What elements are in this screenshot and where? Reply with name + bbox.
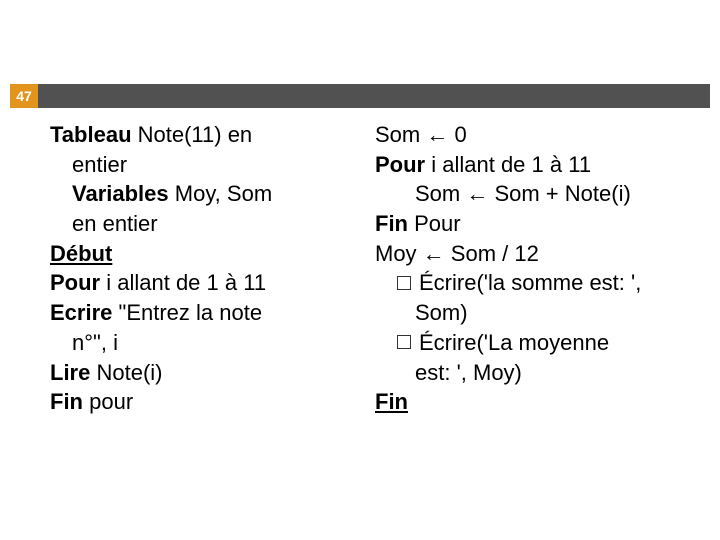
code-line: Ecrire "Entrez la note [50, 298, 365, 328]
code-line: Lire Note(i) [50, 358, 365, 388]
code-line: Som ← 0 [375, 120, 690, 150]
code-line: Écrire('la somme est: ', [375, 268, 690, 298]
slide-number-badge: 47 [10, 84, 38, 108]
code-line: Pour i allant de 1 à 11 [50, 268, 365, 298]
code-line: Fin pour [50, 387, 365, 417]
bullet-icon [397, 276, 411, 290]
left-column: Tableau Note(11) en entier Variables Moy… [50, 120, 365, 510]
code-line: Moy ← Som / 12 [375, 239, 690, 269]
code-line: Fin [375, 387, 690, 417]
code-line: entier [50, 150, 365, 180]
header-bar-fill [38, 84, 710, 108]
code-line: est: ', Moy) [375, 358, 690, 388]
code-line: n°", i [50, 328, 365, 358]
code-line: Som) [375, 298, 690, 328]
code-line: en entier [50, 209, 365, 239]
slide-body: Tableau Note(11) en entier Variables Moy… [50, 120, 690, 510]
right-column: Som ← 0 Pour i allant de 1 à 11 Som ← So… [375, 120, 690, 510]
code-line: Pour i allant de 1 à 11 [375, 150, 690, 180]
code-line: Variables Moy, Som [50, 179, 365, 209]
code-line: Fin Pour [375, 209, 690, 239]
code-line: Som ← Som + Note(i) [375, 179, 690, 209]
bullet-icon [397, 335, 411, 349]
header-bar: 47 [10, 84, 710, 108]
code-line: Début [50, 239, 365, 269]
code-line: Tableau Note(11) en [50, 120, 365, 150]
code-line: Écrire('La moyenne [375, 328, 690, 358]
